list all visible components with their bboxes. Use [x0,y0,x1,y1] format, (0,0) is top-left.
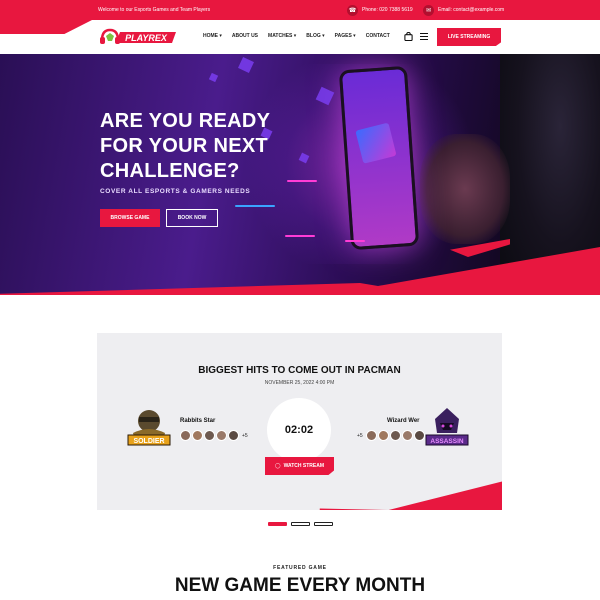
neon-bar [345,240,365,242]
player-avatar[interactable] [192,430,203,441]
soldier-logo-text: SOLDIER [133,438,164,445]
stream-icon: ◯ [274,463,281,469]
nav-item-home[interactable]: HOME ▾ [203,33,222,39]
live-streaming-button[interactable]: LIVE STREAMING [437,28,501,46]
match-timer: 02:02 [267,398,331,462]
player-avatar[interactable] [389,430,401,441]
assassin-logo-text: ASSASSIN [430,438,464,445]
nav-item-blog[interactable]: BLOG ▾ [306,33,324,39]
slider-dot-2[interactable] [291,522,310,526]
book-now-button[interactable]: BOOK NOW [166,209,218,227]
neon-bar [235,205,275,207]
mail-icon: ✉ [423,4,434,16]
hero-title: ARE YOU READY FOR YOUR NEXT CHALLENGE? [100,110,270,182]
featured-title: NEW GAME EVERY MONTH [174,575,426,596]
slider-dot-1[interactable] [268,522,287,526]
phone-text: Phone: 020 7388 5619 [362,7,413,13]
phone-icon: ☎ [347,4,358,16]
phone-image [338,65,420,251]
main-nav: PLAYREX HOME ▾ ABOUT US MATCHES ▾ BLOG ▾… [0,20,600,54]
match-date: NOVEMBER 25, 2022 4:00 PM [264,380,335,386]
slider-pagination [268,522,333,526]
featured-label: FEATURED GAME [273,565,327,571]
hero-banner: ARE YOU READY FOR YOUR NEXT CHALLENGE? C… [0,54,600,295]
menu-icon[interactable] [420,33,428,40]
player-avatar[interactable] [228,430,239,441]
player-avatar[interactable] [401,430,413,441]
player-avatar[interactable] [216,430,227,441]
nav-item-about[interactable]: ABOUT US [232,33,258,39]
floating-cube [208,72,219,83]
email-contact[interactable]: ✉ Email: contact@example.com [423,4,504,16]
match-title: BIGGEST HITS TO COME OUT IN PACMAN [198,365,401,376]
playrex-logo[interactable]: PLAYREX [98,24,178,48]
more-players-count: +5 [357,432,363,439]
browse-game-button[interactable]: BROWSE GAME [100,209,160,227]
soldier-team-logo[interactable]: SOLDIER [127,405,171,451]
team-right-players: +5 [357,430,425,441]
nav-menu: HOME ▾ ABOUT US MATCHES ▾ BLOG ▾ PAGES ▾… [203,33,390,39]
player-avatar[interactable] [413,430,425,441]
more-players-count: +5 [242,432,248,439]
team-right-name: Wizard Wer [387,418,420,424]
player-avatar[interactable] [180,430,191,441]
email-text: Email: contact@example.com [438,7,505,13]
logo-text: PLAYREX [125,33,168,43]
nav-item-matches[interactable]: MATCHES ▾ [268,33,296,39]
player-avatar[interactable] [365,430,377,441]
watch-stream-label: WATCH STREAM [283,463,325,469]
player-avatar[interactable] [377,430,389,441]
team-left-players: +5 [180,430,248,441]
nav-accent-shape [0,20,92,34]
cart-icon[interactable] [404,32,413,41]
watch-stream-button[interactable]: ◯ WATCH STREAM [265,457,334,475]
match-accent-shape [97,481,502,510]
assassin-team-logo[interactable]: ASSASSIN [425,405,469,451]
match-card: BIGGEST HITS TO COME OUT IN PACMAN NOVEM… [97,333,502,510]
slider-dot-3[interactable] [314,522,333,526]
player-avatar[interactable] [204,430,215,441]
hand-image [420,134,510,244]
nav-item-contact[interactable]: CONTACT [366,33,390,39]
neon-bar [285,235,315,237]
top-bar: Welcome to our Esports Games and Team Pl… [0,0,600,20]
welcome-text: Welcome to our Esports Games and Team Pl… [98,7,211,13]
nav-item-pages[interactable]: PAGES ▾ [335,33,356,39]
hero-subtitle: COVER ALL ESPORTS & GAMERS NEEDS [100,188,251,195]
team-left-name: Rabbits Star [180,418,216,424]
phone-contact[interactable]: ☎ Phone: 020 7388 5619 [347,4,413,16]
